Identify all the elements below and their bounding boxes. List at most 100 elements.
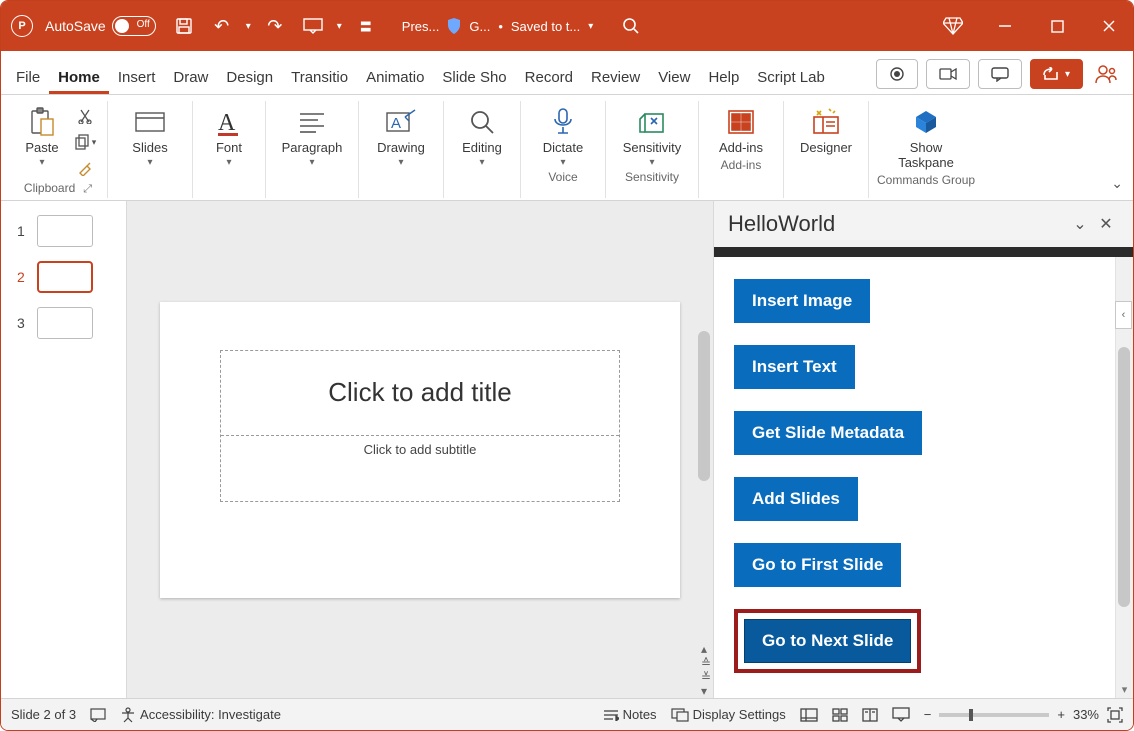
tab-animations[interactable]: Animatio — [357, 59, 433, 94]
title-placeholder[interactable]: Click to add title — [221, 351, 619, 435]
taskpane-scrollbar[interactable]: ‹ ▾ — [1115, 257, 1133, 698]
insert-image-button[interactable]: Insert Image — [734, 279, 870, 323]
insert-text-button[interactable]: Insert Text — [734, 345, 855, 389]
next-slide-icon[interactable]: ▾ — [701, 684, 711, 698]
taskpane-header-bar — [714, 247, 1133, 257]
thumbnail-3[interactable]: 3 — [1, 303, 126, 349]
comments-button[interactable] — [978, 59, 1022, 89]
tab-transitions[interactable]: Transitio — [282, 59, 357, 94]
display-settings-button[interactable]: Display Settings — [671, 707, 786, 722]
slideshow-view-icon[interactable] — [892, 707, 910, 722]
taskpane-expand-tab[interactable]: ‹ — [1115, 301, 1132, 329]
present-icon[interactable] — [299, 12, 327, 40]
save-status-caret[interactable]: ▾ — [588, 21, 593, 32]
present-more-caret[interactable]: ▾ — [337, 21, 342, 32]
close-button[interactable] — [1095, 12, 1123, 40]
app-logo-icon: P — [11, 15, 33, 37]
save-icon[interactable] — [170, 12, 198, 40]
clipboard-launcher-icon[interactable]: ⤢ — [83, 183, 92, 195]
get-slide-metadata-button[interactable]: Get Slide Metadata — [734, 411, 922, 455]
prev-slide-dbl-icon[interactable]: ≙ — [701, 656, 711, 670]
tab-insert[interactable]: Insert — [109, 59, 165, 94]
tab-scriptlab[interactable]: Script Lab — [748, 59, 834, 94]
add-slides-button[interactable]: Add Slides — [734, 477, 858, 521]
zoom-percent[interactable]: 33% — [1073, 707, 1099, 722]
slides-button[interactable]: Slides▾ — [116, 101, 184, 168]
minimize-button[interactable] — [991, 12, 1019, 40]
taskpane: HelloWorld ⌄ ✕ Insert Image Insert Text … — [713, 201, 1133, 698]
taskpane-close-icon[interactable]: ✕ — [1093, 214, 1119, 234]
thumbnail-2[interactable]: 2 — [1, 257, 126, 303]
redo-icon[interactable]: ↷ — [261, 12, 289, 40]
save-status: Saved to t... — [511, 19, 580, 34]
zoom-slider[interactable] — [939, 713, 1049, 717]
paste-button[interactable]: Paste▾ — [17, 101, 67, 168]
go-to-first-slide-button[interactable]: Go to First Slide — [734, 543, 901, 587]
slide-thumbnails: 1 2 3 — [1, 201, 127, 698]
cut-icon[interactable] — [71, 105, 99, 127]
format-painter-icon[interactable] — [71, 157, 99, 179]
drawing-button[interactable]: A Drawing▾ — [367, 101, 435, 168]
editing-button[interactable]: Editing▾ — [452, 101, 512, 168]
search-icon[interactable] — [617, 12, 645, 40]
tab-help[interactable]: Help — [699, 59, 748, 94]
undo-more-caret[interactable]: ▾ — [246, 21, 251, 32]
accessibility-button[interactable]: Accessibility: Investigate — [120, 707, 281, 723]
tab-review[interactable]: Review — [582, 59, 649, 94]
qat-customize-icon[interactable]: 〓 — [352, 12, 380, 40]
workspace: 1 2 3 Click to add title Click to add su… — [1, 201, 1133, 698]
fit-to-window-icon[interactable] — [1107, 707, 1123, 723]
taskpane-dropdown-icon[interactable]: ⌄ — [1067, 214, 1093, 234]
share-button[interactable]: ▾ — [1030, 59, 1083, 89]
subtitle-placeholder[interactable]: Click to add subtitle — [221, 435, 619, 501]
show-taskpane-button[interactable]: Show Taskpane — [886, 101, 966, 171]
ribbon-tabs: File Home Insert Draw Design Transitio A… — [1, 51, 1133, 95]
tab-file[interactable]: File — [7, 59, 49, 94]
account-icon[interactable] — [1091, 64, 1121, 84]
undo-icon[interactable]: ↶ — [208, 12, 236, 40]
title-bar: P AutoSave Off ↶ ▾ ↷ ▾ 〓 Pres... G... • — [1, 1, 1133, 51]
status-bar: Slide 2 of 3 Accessibility: Investigate … — [1, 698, 1133, 730]
zoom-in-icon[interactable]: + — [1057, 707, 1065, 722]
svg-text:A: A — [218, 110, 236, 136]
zoom-out-icon[interactable]: − — [924, 707, 932, 722]
editor-scrollbar[interactable] — [698, 331, 710, 481]
teams-button[interactable] — [926, 59, 970, 89]
copy-icon[interactable]: ▾ — [71, 131, 99, 153]
font-button[interactable]: A Font▾ — [201, 101, 257, 168]
tab-view[interactable]: View — [649, 59, 699, 94]
slide-editor: Click to add title Click to add subtitle… — [127, 201, 713, 698]
sensitivity-button[interactable]: Sensitivity▾ — [614, 101, 690, 168]
ribbon-collapse-icon[interactable]: ⌄ — [1111, 175, 1123, 192]
taskpane-title: HelloWorld — [728, 211, 835, 237]
maximize-button[interactable] — [1043, 12, 1071, 40]
record-button[interactable] — [876, 59, 918, 89]
shield-icon — [447, 18, 461, 34]
tab-record[interactable]: Record — [516, 59, 582, 94]
svg-text:A: A — [391, 115, 401, 132]
next-slide-dbl-icon[interactable]: ≚ — [701, 670, 711, 684]
slide-canvas[interactable]: Click to add title Click to add subtitle — [160, 302, 680, 598]
tab-draw[interactable]: Draw — [164, 59, 217, 94]
notes-button[interactable]: Notes — [603, 707, 657, 722]
dictate-button[interactable]: Dictate▾ — [529, 101, 597, 168]
go-to-next-slide-button[interactable]: Go to Next Slide — [744, 619, 911, 663]
designer-button[interactable]: Designer — [792, 101, 860, 156]
tab-slideshow[interactable]: Slide Sho — [433, 59, 515, 94]
autosave-toggle[interactable]: AutoSave Off — [45, 16, 156, 36]
reading-view-icon[interactable] — [862, 708, 878, 722]
tab-home[interactable]: Home — [49, 59, 109, 94]
tab-design[interactable]: Design — [217, 59, 282, 94]
thumbnail-1[interactable]: 1 — [1, 211, 126, 257]
prev-slide-icon[interactable]: ▴ — [701, 642, 711, 656]
addins-button[interactable]: Add-ins — [707, 101, 775, 156]
premium-diamond-icon[interactable] — [939, 12, 967, 40]
highlighted-action: Go to Next Slide — [734, 609, 921, 673]
slide-counter[interactable]: Slide 2 of 3 — [11, 707, 76, 722]
file-name[interactable]: Pres... — [402, 19, 440, 34]
paragraph-button[interactable]: Paragraph▾ — [274, 101, 350, 168]
language-icon[interactable] — [90, 708, 106, 722]
sorter-view-icon[interactable] — [832, 708, 848, 722]
normal-view-icon[interactable] — [800, 708, 818, 722]
ribbon-body: Paste▾ ▾ Clipboard⤢ Slides▾ A Font▾ — [1, 95, 1133, 201]
